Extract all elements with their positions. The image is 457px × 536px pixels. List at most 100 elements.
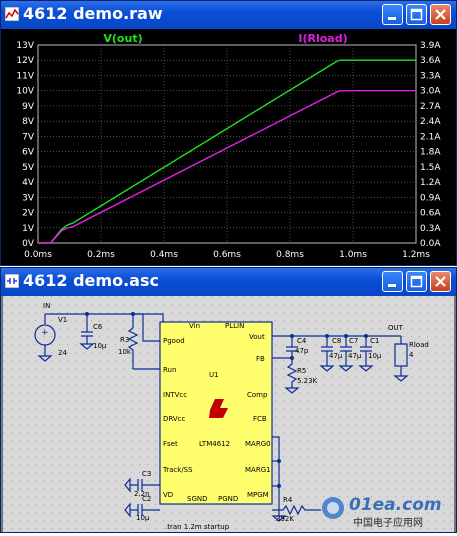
window-title: 4612 demo.raw	[23, 4, 163, 23]
c2-label: C2	[142, 495, 151, 503]
c1-value: 10µ	[368, 352, 382, 360]
y-left-tick-label: 4V	[22, 178, 35, 188]
v1-label: V1	[58, 316, 67, 324]
schematic-canvas[interactable]: + IN OUT V1 24 C6 10µ R3 10k U1 LTM4612 …	[3, 296, 454, 532]
trace-label-vout[interactable]: V(out)	[103, 32, 142, 45]
c8-label: C8	[332, 337, 341, 345]
x-tick-label: 0.6ms	[213, 250, 241, 260]
x-tick-label: 1.0ms	[339, 250, 367, 260]
pin-vin: Vin	[189, 322, 200, 330]
pin-mpgm: MPGM	[247, 491, 269, 499]
net-in-label: IN	[43, 302, 50, 310]
maximize-icon	[410, 8, 423, 21]
pin-fcb: FCB	[253, 415, 267, 423]
y-left-tick-label: 2V	[22, 209, 35, 219]
close-button[interactable]	[430, 4, 451, 25]
rload-label: Rload	[409, 341, 429, 349]
window-title: 4612 demo.asc	[23, 271, 159, 290]
trace-label-iload[interactable]: I(Rload)	[298, 32, 347, 45]
pin-fset: Fset	[163, 440, 178, 448]
maximize-icon	[410, 275, 423, 288]
watermark-brand: 01ea.com	[349, 495, 442, 515]
title-bar[interactable]: 4612 demo.raw	[1, 1, 456, 29]
v1-plus-sign: +	[41, 328, 49, 338]
c6-label: C6	[93, 323, 103, 331]
y-right-tick-label: 3.9A	[420, 41, 441, 51]
pin-marg1: MARG1	[245, 466, 271, 474]
y-left-tick-label: 3V	[22, 193, 35, 203]
y-right-tick-label: 1.5A	[420, 163, 441, 173]
c3-label: C3	[142, 470, 151, 478]
y-left-tick-label: 1V	[22, 224, 35, 234]
rload-value: 4	[409, 351, 414, 359]
x-tick-label: 0.4ms	[150, 250, 178, 260]
r5-label: R5	[297, 367, 306, 375]
y-right-tick-label: 0.6A	[420, 209, 441, 219]
y-right-tick-label: 2.4A	[420, 117, 441, 127]
pin-fb: FB	[256, 355, 265, 363]
pin-pgnd: PGND	[218, 495, 238, 503]
pin-track: Track/SS	[162, 466, 193, 474]
title-bar[interactable]: 4612 demo.asc	[1, 268, 456, 296]
part-label: LTM4612	[199, 440, 230, 448]
r3-label: R3	[120, 336, 129, 344]
close-button[interactable]	[430, 271, 451, 292]
close-icon	[435, 276, 446, 287]
pin-pllin: PLLIN	[225, 322, 244, 330]
waveform-app-icon	[5, 7, 19, 21]
y-right-tick-label: 0.9A	[420, 193, 441, 203]
schematic-window: 4612 demo.asc + IN OUT V1 24 C6 10µ R3 1…	[0, 267, 457, 533]
r4-value: 392K	[276, 515, 294, 523]
schematic-drawing[interactable]: + IN OUT V1 24 C6 10µ R3 10k U1 LTM4612 …	[3, 296, 454, 532]
pin-intvcc: INTVcc	[163, 391, 187, 399]
y-left-tick-label: 11V	[16, 71, 34, 81]
pin-run: Run	[163, 366, 176, 374]
minimize-icon	[388, 17, 396, 20]
c1-label: C1	[370, 337, 379, 345]
maximize-button[interactable]	[406, 4, 427, 25]
waveform-window: 4612 demo.raw 13V 3.9A 12V 3.6A 11V 3.3A 10V 3.…	[0, 0, 457, 266]
y-left-tick-label: 0V	[22, 239, 35, 249]
y-right-tick-label: 0.0A	[420, 239, 441, 249]
c2-value: 10µ	[136, 514, 150, 522]
r4-label: R4	[283, 496, 293, 504]
net-out-label: OUT	[388, 324, 404, 332]
y-left-tick-label: 6V	[22, 148, 35, 158]
minimize-button[interactable]	[382, 271, 403, 292]
y-left-tick-label: 9V	[22, 102, 35, 112]
x-tick-label: 1.2ms	[402, 250, 430, 260]
pin-pgood: Pgood	[163, 337, 185, 345]
y-left-tick-label: 7V	[22, 132, 35, 142]
schematic-app-icon	[5, 274, 19, 288]
c4-value: 47p	[295, 347, 309, 355]
pin-marg0: MARG0	[245, 440, 271, 448]
c4-label: C4	[297, 337, 307, 345]
y-right-tick-label: 3.6A	[420, 56, 441, 66]
c8-value: 47µ	[329, 352, 343, 360]
y-right-tick-label: 1.8A	[420, 148, 441, 158]
y-left-tick-label: 13V	[16, 41, 34, 51]
pin-vd: VD	[163, 491, 173, 499]
u1-label: U1	[209, 371, 219, 379]
x-tick-label: 0.2ms	[87, 250, 115, 260]
plot-area[interactable]: 13V 3.9A 12V 3.6A 11V 3.3A 10V 3.0A 9V 2.7A 8V 2.4A…	[1, 29, 456, 265]
y-left-tick-label: 10V	[16, 87, 34, 97]
close-icon	[435, 9, 446, 20]
waveform-plot[interactable]: 13V 3.9A 12V 3.6A 11V 3.3A 10V 3.0A 9V 2.7A 8V 2.4A…	[1, 29, 456, 265]
y-left-tick-label: 12V	[16, 56, 34, 66]
x-tick-label: 0.8ms	[276, 250, 304, 260]
y-right-tick-label: 1.2A	[420, 178, 441, 188]
y-right-tick-label: 2.7A	[420, 102, 441, 112]
minimize-button[interactable]	[382, 4, 403, 25]
pin-vout: Vout	[249, 333, 265, 341]
y-right-tick-label: 3.0A	[420, 87, 441, 97]
y-right-tick-label: 3.3A	[420, 71, 441, 81]
c7-value: 47µ	[348, 352, 362, 360]
r5-value: 5.23K	[297, 377, 318, 385]
tran-directive[interactable]: .tran 1.2m startup	[165, 523, 230, 531]
c6-value: 10µ	[93, 342, 107, 350]
maximize-button[interactable]	[406, 271, 427, 292]
y-right-tick-label: 0.3A	[420, 224, 441, 234]
pin-sgnd: SGND	[187, 495, 208, 503]
minimize-icon	[388, 284, 396, 287]
